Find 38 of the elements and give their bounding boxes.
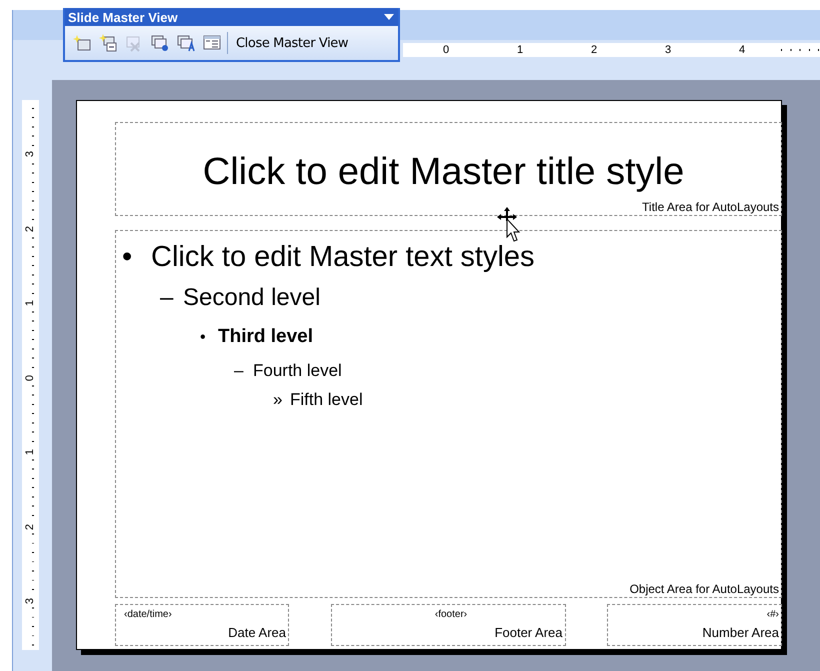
object-placeholder[interactable]: • Click to edit Master text styles – Second level • Third level – Fourth level » Fifth level Object Area for AutoLayouts	[115, 230, 782, 598]
level-text: Fourth level	[253, 360, 342, 382]
ruler-number: 2	[24, 522, 36, 532]
bullet-mark: »	[273, 389, 284, 411]
ruler-number: 0	[24, 372, 36, 383]
title-text: Click to edit Master title style	[202, 150, 684, 194]
bullet-mark: •	[122, 240, 134, 275]
title-placeholder[interactable]: Click to edit Master title style Title Area for AutoLayouts	[115, 122, 782, 216]
date-placeholder[interactable]: ‹date/time› Date Area	[115, 604, 289, 646]
toolbar-title: Slide Master View	[68, 10, 178, 24]
layout-icon[interactable]	[203, 34, 221, 52]
bullet-mark: •	[200, 328, 207, 348]
placeholder-label: Number Area	[702, 624, 779, 642]
dropdown-icon[interactable]	[384, 14, 394, 20]
level-text: Third level	[218, 325, 314, 349]
bullet-mark: –	[160, 283, 174, 313]
number-placeholder[interactable]: ‹#› Number Area	[607, 604, 782, 646]
insert-slide-icon[interactable]	[73, 34, 91, 52]
insert-title-slide-icon[interactable]	[99, 34, 117, 52]
placeholder-label: Footer Area	[494, 624, 562, 642]
ruler-number: 2	[24, 224, 36, 234]
move-cursor-icon	[497, 207, 523, 243]
level-text: Fifth level	[290, 389, 363, 411]
placeholder-label: Date Area	[228, 624, 286, 642]
field-code: ‹date/time›	[124, 608, 172, 622]
ruler-number: 1	[24, 447, 36, 458]
placeholder-label: Title Area for AutoLayouts	[642, 200, 779, 214]
ruler-number: 3	[24, 596, 36, 606]
level-text: Second level	[183, 283, 320, 313]
field-code: ‹#›	[766, 608, 779, 622]
field-code: ‹footer›	[434, 608, 468, 622]
level-text: Click to edit Master text styles	[151, 240, 535, 275]
bullet-mark: –	[234, 360, 244, 382]
placeholder-label: Object Area for AutoLayouts	[630, 582, 779, 596]
close-master-view-button[interactable]: Close Master View	[234, 34, 350, 52]
ruler-number: 3	[24, 149, 36, 160]
footer-placeholder[interactable]: ‹footer› Footer Area	[330, 604, 566, 646]
ruler-number: 1	[24, 298, 36, 308]
